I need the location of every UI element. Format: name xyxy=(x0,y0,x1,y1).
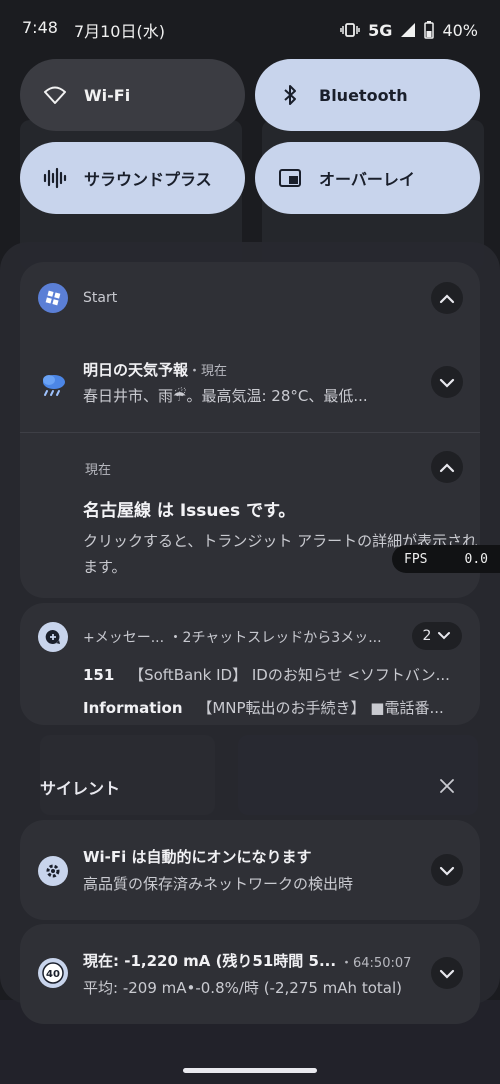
silent-section-label: サイレント xyxy=(40,779,121,798)
tile-overlay[interactable]: オーバーレイ xyxy=(255,142,480,214)
weather-icon xyxy=(38,368,70,400)
overlay-icon xyxy=(277,165,303,191)
notification-card-wifi[interactable] xyxy=(20,820,480,920)
settings-app-icon xyxy=(38,856,68,886)
transit-title: 名古屋線 は Issues です。 xyxy=(83,501,296,521)
battery-monitor-icon: 40 xyxy=(38,958,68,988)
date: 7月10日(水) xyxy=(73,22,165,41)
message-sender: 151 xyxy=(83,666,115,684)
start-app-icon xyxy=(38,283,68,313)
message-row[interactable]: Information 【MNP転出のお手続き】 ■電話番... xyxy=(83,697,463,718)
chevron-up-icon xyxy=(439,458,455,477)
tile-label: Bluetooth xyxy=(319,85,408,105)
tile-bluetooth[interactable]: Bluetooth xyxy=(255,59,480,131)
tile-label: Wi-Fi xyxy=(84,85,131,105)
expand-button[interactable] xyxy=(431,366,463,398)
chevron-down-icon xyxy=(439,964,455,983)
battery-icon-value: 40 xyxy=(46,969,60,980)
expand-count-button[interactable]: 2 xyxy=(412,622,462,650)
fps-label: FPS xyxy=(404,551,428,567)
app-name: Start xyxy=(83,290,118,306)
battery-notification-body: 平均: -209 mA•-0.8%/時 (-2,275 mAh total) xyxy=(83,979,402,997)
tile-label: オーバーレイ xyxy=(319,170,415,189)
message-text: 【MNP転出のお手続き】 ■電話番... xyxy=(197,699,444,717)
expand-button[interactable] xyxy=(431,957,463,989)
tile-wifi[interactable]: Wi-Fi xyxy=(20,59,245,131)
battery-icon xyxy=(424,21,435,39)
chevron-down-icon xyxy=(439,373,455,392)
message-sender: Information xyxy=(83,699,183,717)
message-row[interactable]: 151 【SoftBank ID】 IDのお知らせ <ソフトバン... xyxy=(83,664,463,685)
wifi-notification-body: 高品質の保存済みネットワークの検出時 xyxy=(83,875,354,893)
message-count: 2 xyxy=(422,628,432,644)
notification-body: 春日井市、雨☔。最高気温: 28°C、最低... xyxy=(83,387,368,405)
weather-time: ・現在 xyxy=(188,364,228,379)
divider xyxy=(20,432,480,433)
battery-notification-time: ・64:50:07 xyxy=(340,956,412,971)
messages-header: +メッセー... ・2チャットスレッドから3メッ... xyxy=(83,630,382,646)
signal-icon xyxy=(400,22,416,38)
fps-value: 0.0 xyxy=(464,551,488,567)
vibrate-icon xyxy=(340,22,360,38)
chevron-down-icon xyxy=(437,628,451,644)
wifi-notification-title: Wi-Fi は自動的にオンになります xyxy=(83,848,312,866)
expand-button[interactable] xyxy=(431,854,463,886)
notification-card-battery[interactable] xyxy=(20,924,480,1024)
transit-time: 現在 xyxy=(85,463,112,478)
clear-silent-button[interactable] xyxy=(436,776,458,798)
navigation-handle[interactable] xyxy=(183,1068,317,1073)
chevron-down-icon xyxy=(439,861,455,880)
tile-label: サラウンドプラス xyxy=(84,170,212,189)
bluetooth-icon xyxy=(277,82,303,108)
battery-notification-title: 現在: -1,220 mA (残り51時間 5... xyxy=(83,952,337,970)
fps-overlay: FPS 0.0 xyxy=(392,545,500,573)
wifi-icon xyxy=(42,82,68,108)
battery-percent: 40% xyxy=(442,20,478,40)
notification-title: 明日の天気予報・現在 xyxy=(83,359,227,380)
collapse-button[interactable] xyxy=(431,282,463,314)
status-bar: 7:48 7月10日(水) 5G 40% xyxy=(0,0,500,60)
clock: 7:48 xyxy=(22,18,58,37)
collapse-button[interactable] xyxy=(431,451,463,483)
weather-title: 明日の天気予報 xyxy=(83,361,189,379)
chevron-up-icon xyxy=(439,289,455,308)
surround-icon xyxy=(42,165,68,191)
messages-app-icon xyxy=(38,622,68,652)
message-text: 【SoftBank ID】 IDのお知らせ <ソフトバン... xyxy=(129,666,450,684)
network-type: 5G xyxy=(368,20,393,40)
tile-surround[interactable]: サラウンドプラス xyxy=(20,142,245,214)
close-icon xyxy=(440,778,454,797)
